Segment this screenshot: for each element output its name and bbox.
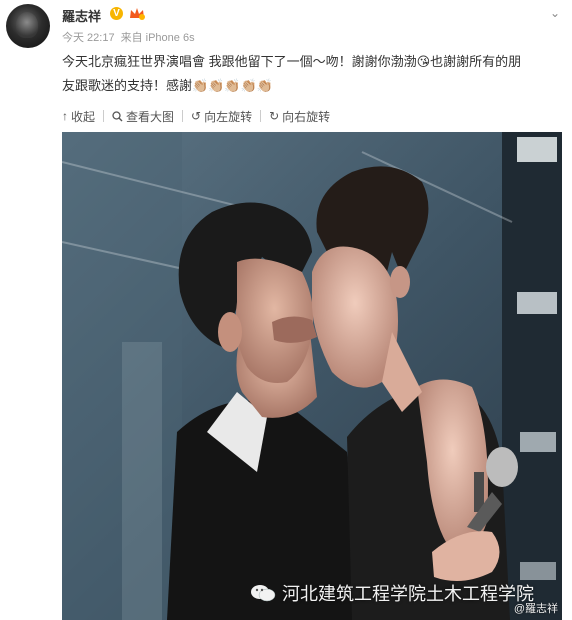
image-toolbar: ↑ 收起 查看大图 ↺ 向左旋转 ↻ 向右旋转 [62, 107, 330, 125]
collapse-button[interactable]: ↑ 收起 [62, 108, 95, 125]
magnifier-icon [112, 110, 123, 121]
collapse-label: 收起 [71, 109, 96, 124]
toolbar-divider [182, 110, 184, 122]
image-corner-username: @羅志祥 [513, 603, 558, 615]
rotate-right-label: 向右旋转 [282, 109, 331, 124]
view-large-button[interactable]: 查看大图 [112, 108, 174, 125]
vip-badge-icon [130, 8, 145, 20]
chevron-down-icon[interactable]: ⌄ [550, 6, 560, 20]
post-meta: 今天 22:17 来自 iPhone 6s [62, 29, 195, 45]
rotate-left-button[interactable]: ↺ 向左旋转 [191, 108, 252, 125]
watermark-text: 河北建筑工程学院土木工程学院 [282, 584, 534, 604]
view-large-label: 查看大图 [126, 109, 175, 124]
post-text-line-2: 友跟歌迷的支持！感謝👏🏼👏🏼👏🏼👏🏼👏🏼 [62, 78, 273, 93]
watermark: 河北建筑工程学院土木工程学院 [250, 580, 534, 606]
post-header: 羅志祥 V ⌄ 今天 22:17 来自 iPhone 6s 今天北京瘋狂世界演唱會… [0, 0, 572, 100]
rotate-right-icon: ↻ [269, 109, 280, 123]
username[interactable]: 羅志祥 [62, 6, 101, 25]
verified-badge-icon: V [110, 7, 123, 20]
post-text-line-1: 今天北京瘋狂世界演唱會 我跟他留下了一個～吻！謝謝你渤渤😘也謝謝所有的朋 [62, 54, 522, 69]
concert-photo [62, 132, 562, 620]
avatar[interactable] [6, 4, 50, 48]
post-source[interactable]: 来自 iPhone 6s [121, 32, 195, 44]
post-text: 今天北京瘋狂世界演唱會 我跟他留下了一個～吻！謝謝你渤渤😘也謝謝所有的朋 友跟歌… [62, 50, 562, 98]
post-image[interactable] [62, 132, 562, 620]
rotate-left-icon: ↺ [191, 109, 202, 123]
toolbar-divider [103, 110, 105, 122]
wechat-icon [251, 585, 276, 602]
arrow-up-icon: ↑ [62, 109, 68, 123]
rotate-left-label: 向左旋转 [204, 109, 253, 124]
toolbar-divider [260, 110, 262, 122]
rotate-right-button[interactable]: ↻ 向右旋转 [269, 108, 330, 125]
post-time[interactable]: 今天 22:17 [62, 32, 115, 44]
